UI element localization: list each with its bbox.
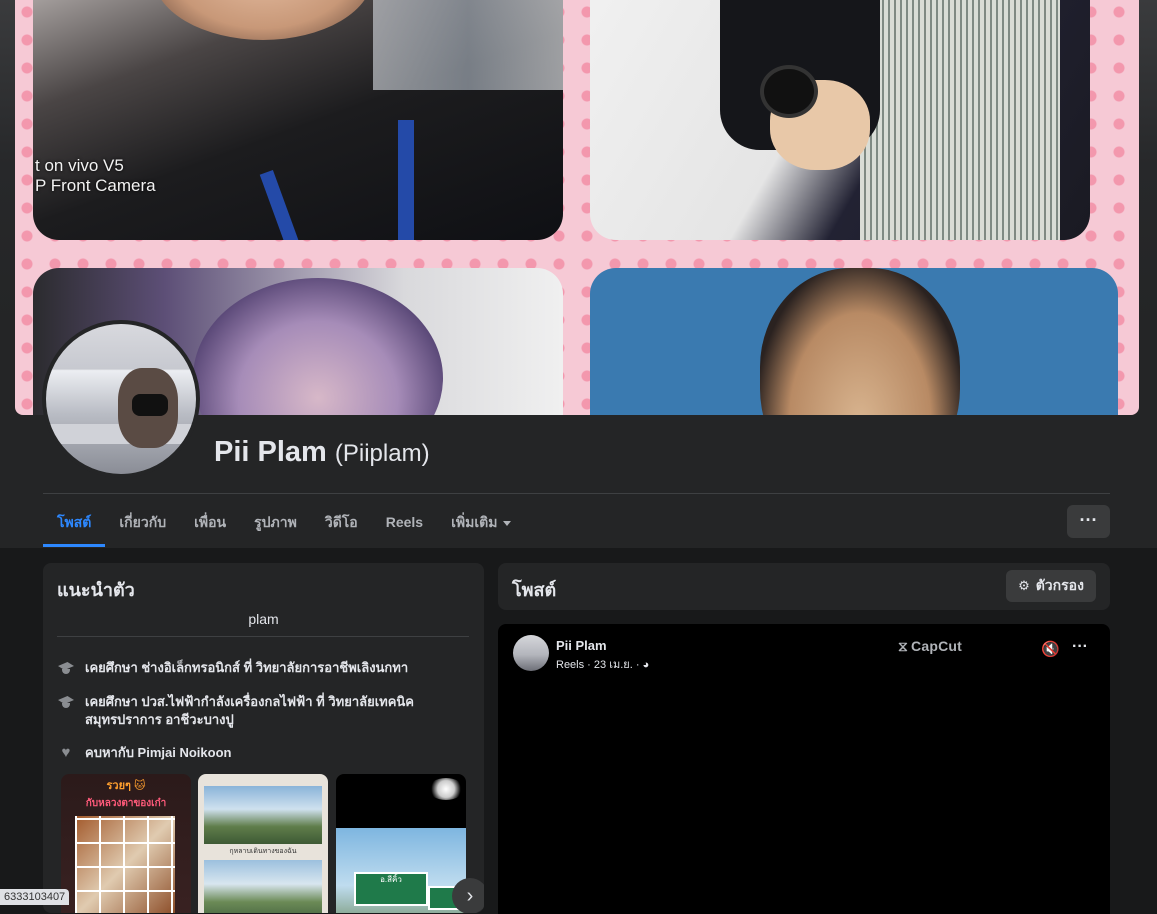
status-bar-url: 6333103407: [0, 889, 70, 905]
cover-photo-tile-2: [590, 0, 1090, 240]
cover-photo-face-4: [760, 268, 960, 415]
header-divider: [43, 493, 1110, 494]
featured-item-1-title: รวยๆ 🐱: [106, 780, 146, 792]
intro-card: แนะนำตัว plam เคยศึกษา ช่างอิเล็กทรอนิกส…: [43, 563, 484, 913]
capcut-watermark-text: CapCut: [911, 638, 963, 654]
mute-icon[interactable]: 🔇: [1041, 640, 1060, 658]
profile-name-text: Pii Plam: [214, 436, 327, 468]
intro-relationship: ♥ คบหากับ Pimjai Noikoon: [57, 744, 457, 762]
profile-tabs: โพสต์ เกี่ยวกับ เพื่อน รูปภาพ วิดีโอ Ree…: [43, 500, 525, 548]
filter-button-label: ตัวกรอง: [1035, 577, 1084, 593]
posts-header-card: โพสต์ ⚙ ตัวกรอง: [498, 563, 1110, 610]
cover-photo-tile-4: [590, 268, 1118, 415]
tab-friends[interactable]: เพื่อน: [180, 500, 240, 544]
tab-about[interactable]: เกี่ยวกับ: [105, 500, 180, 544]
featured-item-3-cloud: [428, 778, 464, 800]
tab-posts[interactable]: โพสต์: [43, 500, 106, 547]
featured-item-1-collage: [75, 816, 175, 913]
profile-picture-mask: [132, 394, 168, 416]
filter-icon: ⚙: [1018, 578, 1030, 593]
more-options-button[interactable]: ···: [1067, 505, 1110, 538]
reel-post[interactable]: Pii Plam Reels · 23 เม.ย. · ◕ ⧖ CapCut 🔇 …: [498, 624, 1110, 914]
intro-bio: plam: [248, 611, 279, 627]
caret-down-icon: [503, 520, 512, 526]
tab-more-label: เพิ่มเติม: [451, 514, 498, 530]
featured-item-2-caption: กุหลาบเดินทางของฉัน: [229, 848, 297, 855]
cover-photo-shirt: [860, 0, 1060, 240]
cover-photo-shelf: [373, 0, 563, 90]
posts-title: โพสต์: [512, 580, 557, 600]
cover-photo-caption: t on vivo V5 P Front Camera: [35, 156, 156, 195]
featured-next-button[interactable]: ›: [452, 878, 484, 913]
tab-more[interactable]: เพิ่มเติม: [437, 500, 525, 544]
graduation-cap-icon: [57, 659, 75, 677]
featured-item-1-subtitle: กับหลวงตาของเก๋า: [85, 798, 167, 809]
intro-education-1-text[interactable]: เคยศึกษา ช่างอิเล็กทรอนิกส์ ที่ วิทยาลัย…: [85, 659, 408, 677]
featured-item-2-photo-top: [204, 786, 322, 844]
intro-bio-divider: [57, 636, 469, 637]
cover-photo-face-3: [193, 278, 443, 415]
intro-education-2: เคยศึกษา ปวส.ไฟฟ้ากำลังเครื่องกลไฟฟ้า ที…: [57, 693, 437, 729]
graduation-cap-icon: [57, 693, 75, 711]
filter-button[interactable]: ⚙ ตัวกรอง: [1006, 570, 1096, 602]
tab-photos[interactable]: รูปภาพ: [240, 500, 311, 544]
intro-relationship-text[interactable]: คบหากับ Pimjai Noikoon: [85, 744, 231, 762]
featured-item-2-photo-bottom: [204, 860, 322, 913]
featured-item-3-road-sign: อ.สีคิ้ว: [354, 872, 428, 906]
featured-item-2[interactable]: กุหลาบเดินทางของฉัน: [198, 774, 328, 913]
featured-item-3[interactable]: อ.สีคิ้ว: [336, 774, 466, 913]
cover-photo-face-1: [153, 0, 373, 40]
post-meta: Reels · 23 เม.ย. · ◕: [556, 659, 650, 671]
cover-photo-watch: [760, 65, 818, 118]
profile-name: Pii Plam (Piiplam): [214, 436, 430, 469]
profile-picture[interactable]: [46, 324, 196, 474]
intro-title: แนะนำตัว: [57, 580, 135, 600]
post-author-name[interactable]: Pii Plam: [556, 638, 607, 653]
post-more-options-icon[interactable]: ···: [1072, 638, 1088, 656]
cover-photo-lanyard-2: [259, 170, 301, 240]
capcut-watermark: ⧖ CapCut: [898, 638, 962, 655]
profile-alternate-name: (Piiplam): [334, 440, 430, 467]
tab-videos[interactable]: วิดีโอ: [311, 500, 372, 544]
capcut-logo-icon: ⧖: [898, 638, 909, 654]
cover-photo-tile-1: t on vivo V5 P Front Camera: [33, 0, 563, 240]
featured-item-1[interactable]: รวยๆ 🐱 กับหลวงตาของเก๋า: [61, 774, 191, 913]
cover-photo-lanyard: [398, 120, 414, 240]
intro-education-1: เคยศึกษา ช่างอิเล็กทรอนิกส์ ที่ วิทยาลัย…: [57, 659, 457, 677]
intro-education-2-text[interactable]: เคยศึกษา ปวส.ไฟฟ้ากำลังเครื่องกลไฟฟ้า ที…: [85, 693, 437, 729]
tab-reels[interactable]: Reels: [372, 500, 437, 544]
heart-icon: ♥: [61, 744, 71, 761]
post-author-avatar[interactable]: [513, 635, 549, 671]
